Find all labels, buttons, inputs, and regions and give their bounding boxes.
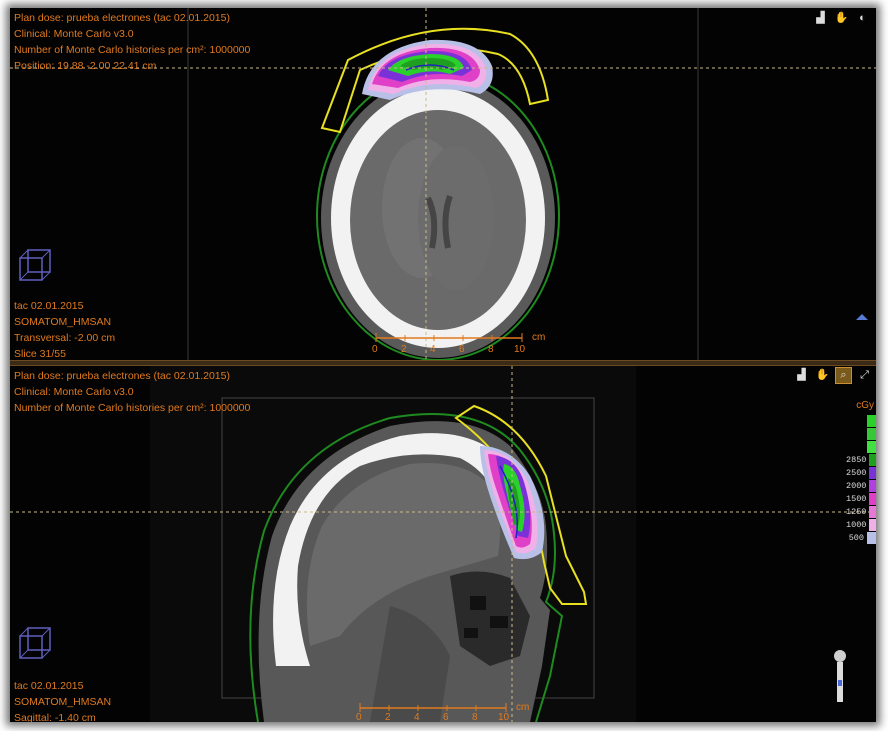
study-info-overlay: tac 02.01.2015 SOMATOM_HMSAN Sagittal: -… [14,678,111,722]
dose-level-swatch [869,466,876,479]
dose-level-swatch [869,518,876,531]
scale-tick: 8 [488,344,494,355]
scale-tick: 6 [443,712,449,722]
dose-level-swatch [869,479,876,492]
dose-unit: cGy [856,400,874,411]
scale-tick: 0 [356,712,362,722]
scale-tick: 0 [372,344,378,355]
dose-level-swatch [867,531,876,544]
slice-index: Slice 31/55 [14,348,66,360]
scanner-name: SOMATOM_HMSAN [14,316,112,328]
dose-legend-row[interactable] [846,414,876,427]
plan-name: Plan dose: prueba electrones (tac 02.01.… [14,370,230,382]
pan-hand-icon[interactable]: ✋ [815,368,830,383]
dose-legend-row[interactable]: 1250 [846,505,876,518]
mc-histories: Number of Monte Carlo histories per cm²:… [14,402,251,414]
dose-level-value: 2000 [846,480,867,491]
slice-orientation: Transversal: -2.00 cm [14,332,116,344]
dose-legend-row[interactable]: 2850 [846,453,876,466]
dose-level-value: 2850 [846,454,867,465]
dose-legend-rows: 2850 2500 2000 1500 1250 1000 500 [846,414,876,544]
pan-hand-icon[interactable]: ✋ [834,11,849,26]
dose-level-swatch [867,414,876,427]
dose-legend-row[interactable]: 1000 [846,518,876,531]
top-toolbar: ▟ ✋ ◐ [813,11,870,26]
dose-level-swatch [867,427,876,440]
scale-tick: 10 [498,712,510,722]
dose-legend-row[interactable] [846,427,876,440]
scale-labels: 0 2 4 6 8 10 [356,710,518,722]
scale-tick: 2 [385,712,391,722]
dose-level-value: 1250 [846,506,867,517]
calc-algorithm: Clinical: Monte Carlo v3.0 [14,386,134,398]
dose-legend: cGy 2850 2500 2000 1500 1250 1000 500 [846,400,876,544]
dose-legend-row[interactable] [846,440,876,453]
dose-legend-row[interactable]: 500 [846,531,876,544]
scale-tick: 2 [401,344,407,355]
cursor-position: Position: 19.88 -2.00 22.41 cm [14,60,157,72]
sagittal-viewport[interactable]: Plan dose: prueba electrones (tac 02.01.… [10,366,876,722]
dose-legend-row[interactable]: 1500 [846,492,876,505]
window-level-icon[interactable]: ◐ [855,11,870,26]
dose-level-swatch [869,453,876,466]
plan-info-overlay: Plan dose: prueba electrones (tac 02.01.… [14,368,250,416]
scale-tick: 8 [472,712,478,722]
scale-tick: 4 [430,344,436,355]
dose-histogram-icon[interactable]: ▟ [813,11,828,26]
viewer-window: Plan dose: prueba electrones (tac 02.01.… [10,8,876,722]
dose-legend-row[interactable]: 2500 [846,466,876,479]
study-name: tac 02.01.2015 [14,300,84,312]
scale-tick: 6 [459,344,465,355]
dose-level-value: 2500 [846,467,867,478]
dose-level-swatch [869,492,876,505]
dose-level-swatch [867,440,876,453]
dose-level-value: 1000 [846,519,867,530]
scale-unit: cm [516,702,530,713]
dose-level-value: 1500 [846,493,867,504]
scale-tick: 4 [414,712,420,722]
scale-unit: cm [532,332,546,343]
fullscreen-icon[interactable]: ⤢ [857,368,872,383]
sagittal-image [10,366,876,722]
scanner-name: SOMATOM_HMSAN [14,696,112,708]
bottom-toolbar: ▟ ✋ ⌕ ⤢ [794,367,872,384]
dose-legend-row[interactable]: 2000 [846,479,876,492]
slice-orientation: Sagittal: -1.40 cm [14,712,96,722]
transversal-viewport[interactable]: Plan dose: prueba electrones (tac 02.01.… [10,8,876,360]
scale-labels: 0 2 4 6 8 10 [372,342,534,358]
plan-name: Plan dose: prueba electrones (tac 02.01.… [14,12,230,24]
mc-histories: Number of Monte Carlo histories per cm²:… [14,44,251,56]
dose-level-swatch [869,505,876,518]
scale-tick: 10 [514,344,526,355]
study-info-overlay: tac 02.01.2015 SOMATOM_HMSAN Transversal… [14,298,115,360]
calc-algorithm: Clinical: Monte Carlo v3.0 [14,28,134,40]
plan-info-overlay: Plan dose: prueba electrones (tac 02.01.… [14,10,250,74]
study-name: tac 02.01.2015 [14,680,84,692]
dose-level-value: 500 [848,532,864,543]
dose-histogram-icon[interactable]: ▟ [794,368,809,383]
zoom-icon[interactable]: ⌕ [835,367,852,384]
